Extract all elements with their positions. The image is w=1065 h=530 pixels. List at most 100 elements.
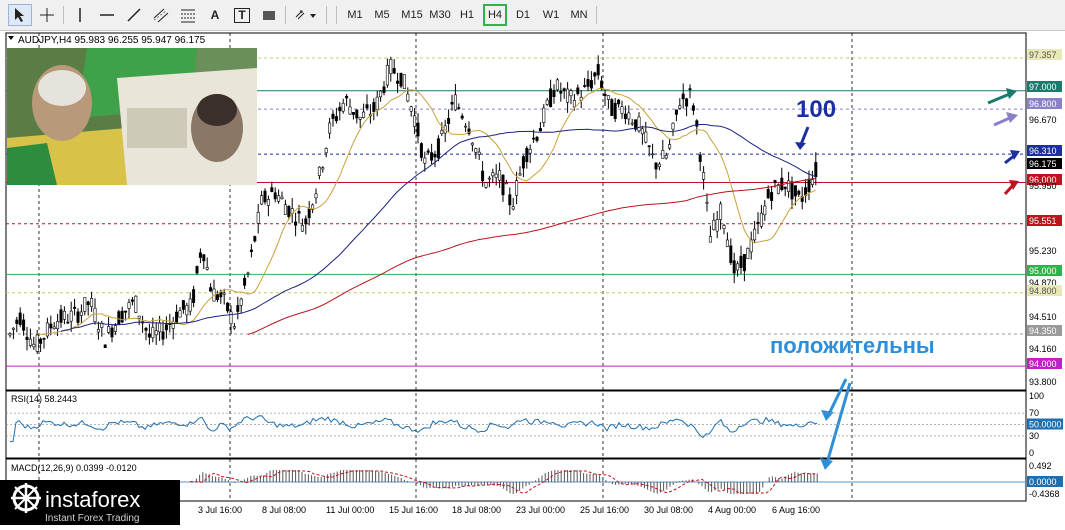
candle-body: [226, 302, 230, 312]
price-scale-label: 96.800: [1029, 99, 1057, 109]
candle-body: [440, 130, 444, 134]
candle-body: [681, 93, 685, 100]
time-axis-label: 18 Jul 08:00: [452, 505, 501, 515]
timeframe-h1-button[interactable]: H1: [455, 4, 479, 26]
crosshair-icon: [39, 7, 55, 23]
fibonacci-icon: [180, 7, 196, 23]
timeframe-m5-button[interactable]: M5: [370, 4, 394, 26]
candle-body: [76, 311, 80, 323]
candle-body: [515, 180, 519, 196]
candle-body: [770, 192, 774, 201]
candle-body: [362, 111, 366, 118]
candle-body: [158, 322, 162, 333]
timeframe-mn-button[interactable]: MN: [567, 4, 591, 26]
timeframe-w1-button[interactable]: W1: [539, 4, 563, 26]
candle-body: [117, 311, 121, 326]
text-tool-button[interactable]: A: [203, 4, 227, 26]
candle-body: [413, 115, 417, 127]
candle-body: [453, 94, 457, 111]
rectangle-tool-button[interactable]: [257, 4, 281, 26]
toolbar-separator: [336, 6, 337, 24]
arrows-dropdown-tool-button[interactable]: [290, 4, 322, 26]
cursor-icon: [13, 7, 27, 23]
candle-body: [307, 208, 311, 219]
channel-icon: [153, 7, 169, 23]
candle-body: [487, 177, 491, 180]
price-scale-label: 93.800: [1029, 377, 1057, 387]
candle-body: [42, 338, 46, 340]
candle-body: [73, 306, 77, 309]
candle-body: [300, 225, 304, 232]
candle-body: [702, 172, 706, 180]
candle-body: [317, 166, 321, 176]
candle-body: [372, 102, 376, 112]
candle-body: [338, 106, 342, 112]
candle-body: [538, 128, 542, 132]
rsi-scale-label: 30: [1029, 431, 1039, 441]
candle-body: [542, 107, 546, 123]
text-label-icon: T: [234, 7, 250, 23]
candle-body: [229, 311, 233, 325]
timeframe-h4-button[interactable]: H4: [483, 4, 507, 26]
logo-brand: instaforex: [45, 487, 140, 512]
candle-body: [314, 193, 318, 199]
timeframe-d1-button[interactable]: D1: [511, 4, 535, 26]
candle-body: [365, 104, 369, 109]
horizontal-line-tool-button[interactable]: [95, 4, 119, 26]
time-axis-label: 30 Jul 08:00: [644, 505, 693, 515]
candle-body: [722, 225, 726, 229]
candle-body: [185, 304, 189, 316]
candle-body: [69, 310, 73, 322]
toolbar-separator: [596, 6, 597, 24]
candle-body: [630, 122, 634, 125]
candle-body: [351, 111, 355, 115]
rsi-scale-label: 70: [1029, 408, 1039, 418]
candle-body: [236, 305, 240, 312]
candle-body: [712, 219, 716, 231]
candle-body: [742, 254, 746, 272]
candle-body: [691, 105, 695, 111]
vertical-line-tool-button[interactable]: [68, 4, 92, 26]
candle-body: [402, 74, 406, 90]
candle-body: [617, 99, 621, 105]
candle-body: [518, 173, 522, 176]
fibonacci-tool-button[interactable]: [176, 4, 200, 26]
candle-body: [763, 205, 767, 216]
candle-body: [175, 311, 179, 323]
candle-body: [137, 315, 141, 319]
timeframe-m1-button[interactable]: M1: [343, 4, 367, 26]
candle-body: [110, 327, 114, 338]
candle-body: [780, 177, 784, 191]
time-axis-label: 23 Jul 00:00: [516, 505, 565, 515]
candle-body: [705, 201, 709, 204]
candle-body: [396, 80, 400, 84]
candle-body: [685, 98, 689, 107]
candle-body: [15, 319, 19, 324]
candle-body: [253, 236, 257, 242]
candle-body: [797, 190, 801, 195]
text-label-tool-button[interactable]: T: [230, 4, 254, 26]
time-axis-label: 3 Jul 16:00: [198, 505, 242, 515]
candle-body: [147, 333, 151, 338]
trendline-icon: [126, 7, 142, 23]
candle-body: [294, 221, 298, 226]
trendline-tool-button[interactable]: [122, 4, 146, 26]
rsi-arrow-head-icon: [821, 410, 834, 421]
crosshair-tool-button[interactable]: [35, 4, 59, 26]
channel-tool-button[interactable]: [149, 4, 173, 26]
candle-body: [32, 343, 36, 348]
cursor-tool-button[interactable]: [8, 4, 32, 26]
rsi-scale-label: 50.0000: [1029, 420, 1062, 430]
price-scale-label: 96.670: [1029, 115, 1057, 125]
candle-body: [470, 142, 474, 146]
timeframe-m30-button[interactable]: M30: [426, 4, 454, 26]
candle-body: [651, 153, 655, 156]
candle-body: [130, 299, 134, 302]
candle-body: [39, 338, 43, 344]
candle-body: [151, 327, 155, 339]
candle-body: [756, 221, 760, 224]
pointer-arrow-head-icon: [795, 142, 806, 150]
timeframe-m15-button[interactable]: M15: [398, 4, 426, 26]
candle-body: [433, 153, 437, 158]
candle-body: [287, 205, 291, 218]
